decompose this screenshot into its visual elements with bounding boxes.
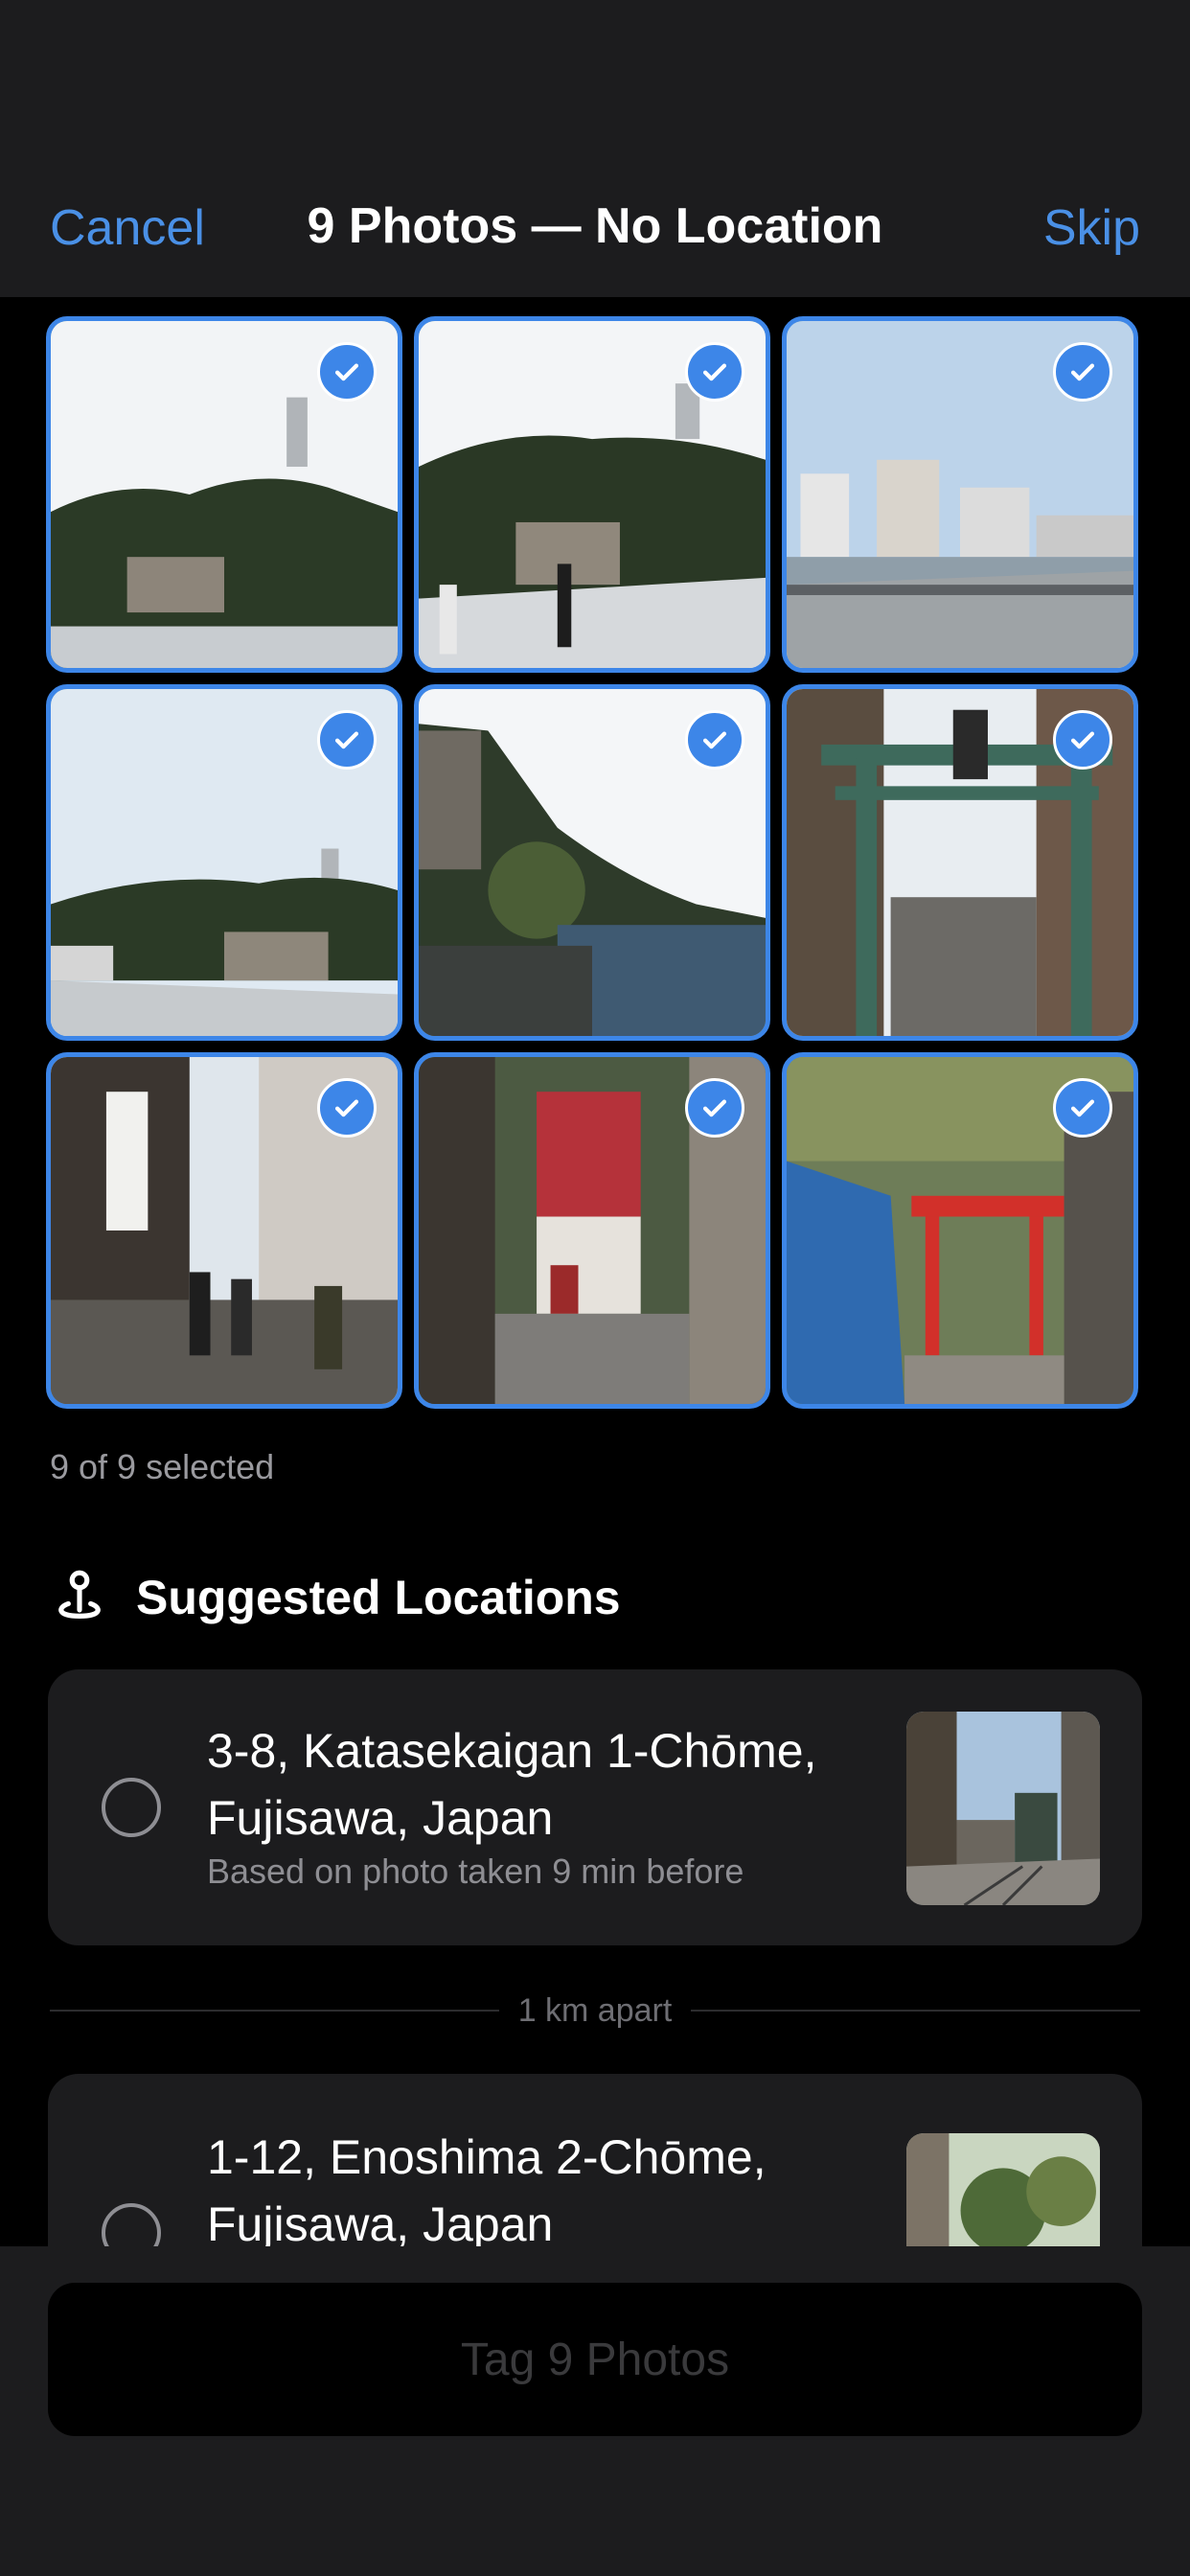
- checkmark-icon: [685, 342, 744, 402]
- location-thumbnail: [906, 1712, 1100, 1905]
- page-title: 9 Photos — No Location: [307, 198, 883, 254]
- photo-tile[interactable]: [46, 684, 402, 1041]
- photo-tile[interactable]: [46, 1052, 402, 1409]
- skip-button[interactable]: Skip: [1043, 199, 1140, 257]
- checkmark-icon: [685, 710, 744, 770]
- checkmark-icon: [1053, 710, 1112, 770]
- location-basis: Based on photo taken 9 min before: [207, 1852, 744, 1891]
- divider: [691, 2010, 1140, 2012]
- photo-tile[interactable]: [782, 316, 1138, 673]
- header: Cancel 9 Photos — No Location Skip: [0, 0, 1190, 297]
- tag-photos-button[interactable]: Tag 9 Photos: [48, 2283, 1142, 2436]
- bottom-bar: Tag 9 Photos: [0, 2246, 1190, 2576]
- suggested-locations-header: Suggested Locations: [50, 1568, 621, 1627]
- checkmark-icon: [685, 1078, 744, 1138]
- location-address: 1-12, Enoshima 2-Chōme, Fujisawa, Japan: [207, 2130, 767, 2251]
- selected-count: 9 of 9 selected: [50, 1447, 275, 1486]
- radio-button[interactable]: [102, 1778, 161, 1837]
- photo-tile[interactable]: [782, 1052, 1138, 1409]
- location-option[interactable]: 3-8, Katasekaigan 1-Chōme, Fujisawa, Jap…: [48, 1669, 1142, 1945]
- checkmark-icon: [317, 1078, 377, 1138]
- photo-train-station: [906, 1712, 1100, 1905]
- distance-separator: 1 km apart: [50, 1991, 1140, 2030]
- checkmark-icon: [317, 342, 377, 402]
- divider: [50, 2010, 499, 2012]
- suggested-locations-title: Suggested Locations: [136, 1571, 621, 1624]
- location-address: 3-8, Katasekaigan 1-Chōme, Fujisawa, Jap…: [207, 1724, 817, 1845]
- distance-label: 1 km apart: [517, 1991, 673, 2029]
- checkmark-icon: [1053, 342, 1112, 402]
- checkmark-icon: [1053, 1078, 1112, 1138]
- photo-tile[interactable]: [414, 316, 770, 673]
- photo-grid: [46, 316, 1138, 1409]
- photo-tile[interactable]: [46, 316, 402, 673]
- location-pin-icon: [58, 1570, 101, 1619]
- photo-tile[interactable]: [414, 1052, 770, 1409]
- checkmark-icon: [317, 710, 377, 770]
- photo-tile[interactable]: [414, 684, 770, 1041]
- screen: Cancel 9 Photos — No Location Skip 9 of …: [0, 0, 1190, 2576]
- photo-tile[interactable]: [782, 684, 1138, 1041]
